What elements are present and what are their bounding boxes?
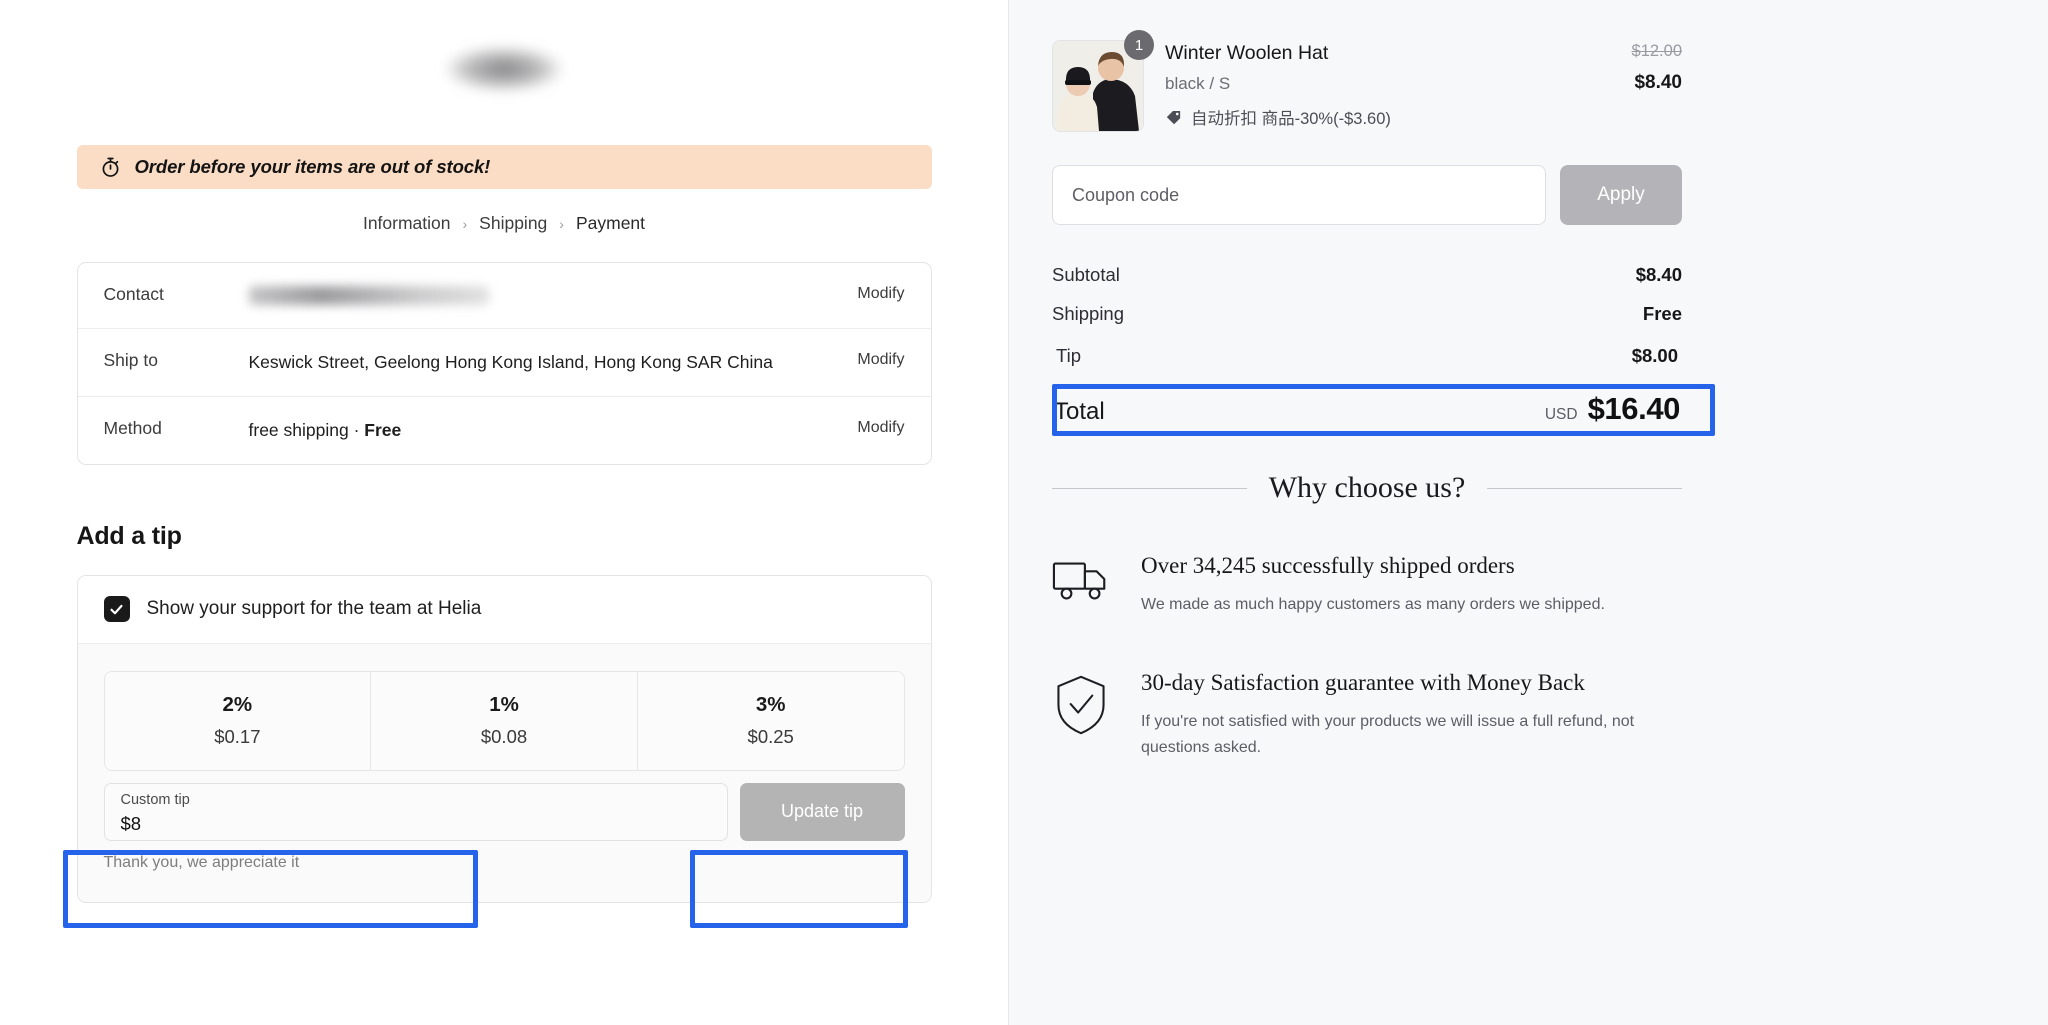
tip-card: Show your support for the team at Helia … [77,575,932,903]
tip-checkbox[interactable] [104,596,130,622]
custom-tip-input[interactable]: Custom tip $8 [104,783,728,841]
quantity-badge: 1 [1124,30,1154,60]
breadcrumb-item-payment[interactable]: Payment [576,213,645,234]
contact-email-redacted [249,286,489,305]
why-choose-us-title: Why choose us? [1269,471,1466,505]
totals-list: Subtotal $8.40 Shipping Free Tip $8.00 [1052,255,1682,379]
tip-value: $8.00 [1632,345,1678,367]
stock-warning-text: Order before your items are out of stock… [135,156,491,178]
breadcrumb-item-shipping[interactable]: Shipping [479,213,547,234]
tip-option-3pct[interactable]: 3% $0.25 [638,672,904,770]
grand-total-label: Total [1054,398,1105,426]
info-label-contact: Contact [104,284,249,305]
shield-check-icon [1052,668,1114,741]
grand-total-amount: $16.40 [1588,391,1680,427]
tip-consent-row[interactable]: Show your support for the team at Helia [78,576,931,644]
tip-label: Tip [1056,345,1081,367]
product-price-current: $8.40 [1632,72,1682,94]
feature-money-back: 30-day Satisfaction guarantee with Money… [1052,668,1682,761]
feature-body: We made as much happy customers as many … [1141,592,1641,618]
tip-body: 2% $0.17 1% $0.08 3% $0.25 [78,644,931,902]
feature-text: Over 34,245 successfully shipped orders … [1141,551,1682,618]
subtotal-label: Subtotal [1052,264,1120,286]
feature-heading: Over 34,245 successfully shipped orders [1141,551,1682,581]
info-value-contact [249,284,858,305]
totals-row-subtotal: Subtotal $8.40 [1052,255,1682,294]
why-choose-us-divider: Why choose us? [1052,471,1682,505]
tip-option-1pct[interactable]: 1% $0.08 [371,672,638,770]
tip-thanks-text: Thank you, we appreciate it [104,854,905,872]
totals-row-shipping: Shipping Free [1052,294,1682,333]
shipping-label: Shipping [1052,303,1124,325]
tip-preset-options: 2% $0.17 1% $0.08 3% $0.25 [104,671,905,771]
info-value-ship-to: Keswick Street, Geelong Hong Kong Island… [249,350,858,375]
tip-option-amount: $0.17 [105,726,371,748]
modify-contact-link[interactable]: Modify [857,284,904,303]
tip-option-2pct[interactable]: 2% $0.17 [105,672,372,770]
stopwatch-icon [99,156,122,179]
info-label-method: Method [104,418,249,439]
coupon-row: Apply [1052,165,1682,225]
tip-option-amount: $0.25 [638,726,904,748]
info-row-method: Method free shipping · Free Modify [78,397,931,464]
order-summary-column: 1 [1008,0,2048,1025]
order-line-item: 1 [1052,40,1682,132]
apply-coupon-button[interactable]: Apply [1560,165,1682,225]
tag-icon [1165,109,1182,126]
feature-shipped-orders: Over 34,245 successfully shipped orders … [1052,551,1682,618]
shipping-value: Free [1643,303,1682,325]
grand-total-row: Total USD $16.40 [1052,391,1682,427]
product-details: Winter Woolen Hat black / S 自动折扣 商品-30%(… [1165,40,1611,129]
order-info-card: Contact Modify Ship to Keswick Street, G… [77,262,932,465]
feature-heading: 30-day Satisfaction guarantee with Money… [1141,668,1682,698]
check-icon [109,602,124,617]
custom-tip-value: $8 [121,813,711,835]
product-variant: black / S [1165,74,1611,94]
chevron-right-icon: › [559,216,564,232]
tip-option-percent: 1% [371,693,637,717]
feature-body: If you're not satisfied with your produc… [1141,709,1641,761]
info-value-method: free shipping · Free [249,418,858,443]
product-price-original: $12.00 [1632,42,1682,61]
truck-icon [1052,551,1114,608]
product-discount-line: 自动折扣 商品-30%(-$3.60) [1165,105,1611,129]
info-row-ship-to: Ship to Keswick Street, Geelong Hong Kon… [78,329,931,397]
tip-option-percent: 3% [638,693,904,717]
method-price: Free [364,420,401,440]
product-thumbnail-wrap: 1 [1052,40,1144,132]
tip-option-amount: $0.08 [371,726,637,748]
product-title: Winter Woolen Hat [1165,42,1611,65]
update-tip-button[interactable]: Update tip [740,783,905,841]
stock-warning-banner: Order before your items are out of stock… [77,145,932,189]
tip-checkbox-label: Show your support for the team at Helia [147,598,482,620]
custom-tip-caption: Custom tip [121,792,711,809]
store-logo [444,46,564,92]
divider-rule-left [1052,488,1247,489]
modify-method-link[interactable]: Modify [857,418,904,437]
info-row-contact: Contact Modify [78,263,931,329]
info-label-ship-to: Ship to [104,350,249,371]
method-name: free shipping · [249,420,365,440]
totals-row-tip: Tip $8.00 [1052,333,1682,379]
product-prices: $12.00 $8.40 [1632,40,1682,94]
subtotal-value: $8.40 [1636,264,1682,286]
grand-total-amount-wrap: USD $16.40 [1545,391,1680,427]
modify-address-link[interactable]: Modify [857,350,904,369]
grand-total-currency: USD [1545,406,1578,424]
product-discount-text: 自动折扣 商品-30%(-$3.60) [1191,105,1391,129]
custom-tip-row: Custom tip $8 Update tip [104,783,905,841]
breadcrumb: Information › Shipping › Payment [77,213,932,234]
tip-option-percent: 2% [105,693,371,717]
coupon-input[interactable] [1052,165,1546,225]
chevron-right-icon: › [463,216,468,232]
divider-rule-right [1487,488,1682,489]
feature-text: 30-day Satisfaction guarantee with Money… [1141,668,1682,761]
checkout-page: Order before your items are out of stock… [0,0,2048,1025]
checkout-left-column: Order before your items are out of stock… [0,0,1008,1025]
breadcrumb-item-information[interactable]: Information [363,213,451,234]
add-a-tip-heading: Add a tip [77,522,932,551]
